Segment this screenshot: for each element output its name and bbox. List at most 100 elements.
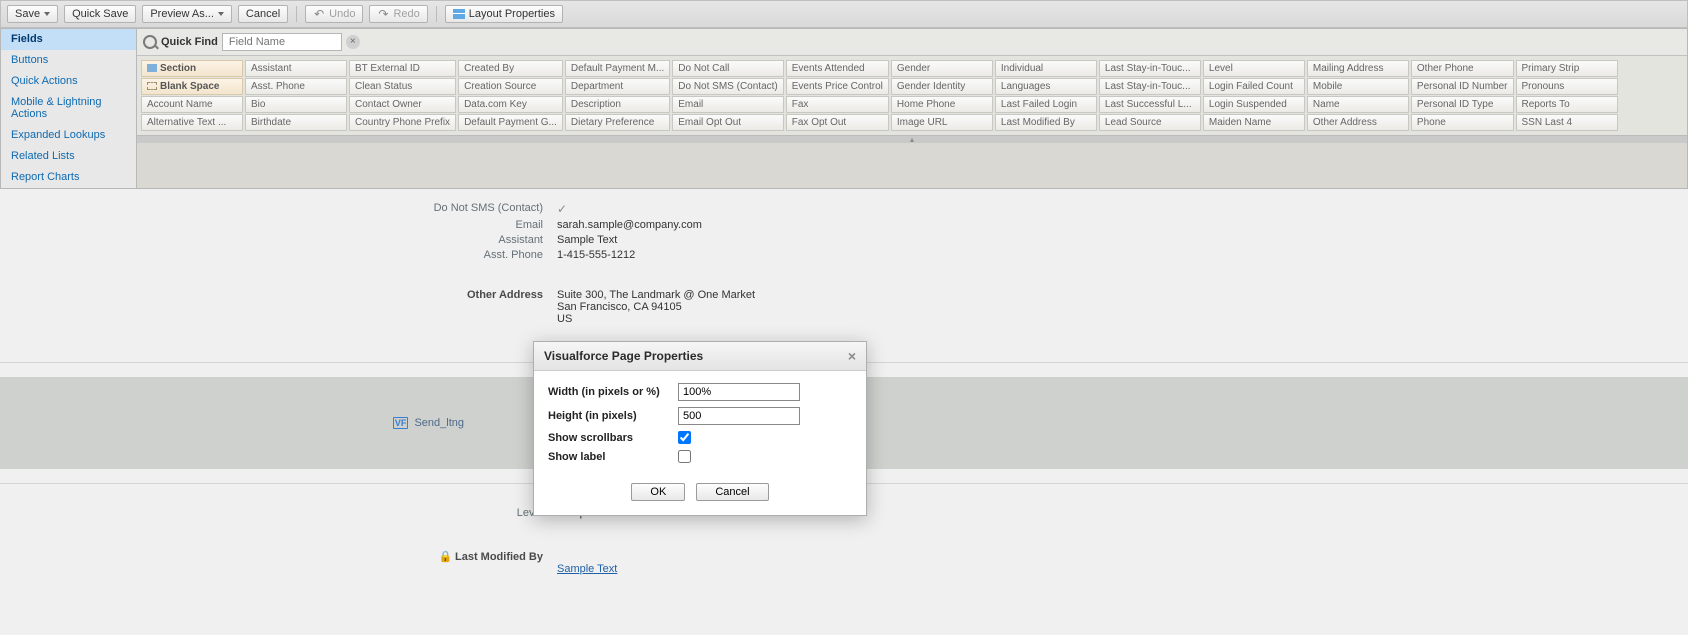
palette-field[interactable]: Dietary Preference: [565, 114, 670, 131]
palette-field[interactable]: Events Attended: [786, 60, 889, 77]
palette-field[interactable]: Data.com Key: [458, 96, 563, 113]
palette-field[interactable]: Personal ID Number: [1411, 78, 1514, 95]
palette-field[interactable]: Mobile: [1307, 78, 1409, 95]
visualforce-properties-modal: Visualforce Page Properties × Width (in …: [533, 341, 867, 516]
redo-button[interactable]: Redo: [369, 5, 427, 23]
palette-field[interactable]: Last Stay-in-Touc...: [1099, 60, 1201, 77]
palette-field[interactable]: Login Failed Count: [1203, 78, 1305, 95]
show-label-checkbox[interactable]: [678, 450, 691, 463]
palette-category-expanded-lookups[interactable]: Expanded Lookups: [1, 125, 136, 146]
palette-item-blank-space[interactable]: Blank Space: [141, 78, 243, 95]
palette-field[interactable]: Image URL: [891, 114, 993, 131]
palette-category-mobile-lightning-actions[interactable]: Mobile & Lightning Actions: [1, 92, 136, 125]
detail-label: Do Not SMS (Contact): [0, 202, 557, 214]
palette-field[interactable]: Created By: [458, 60, 563, 77]
cancel-button[interactable]: Cancel: [238, 5, 288, 23]
palette-category-report-charts[interactable]: Report Charts: [1, 167, 136, 188]
layout-icon: [453, 9, 465, 19]
palette-field[interactable]: Level: [1203, 60, 1305, 77]
palette-field[interactable]: Last Successful L...: [1099, 96, 1201, 113]
preview-as-label: Preview As...: [150, 8, 214, 20]
palette-field[interactable]: Last Failed Login: [995, 96, 1097, 113]
height-input[interactable]: [678, 407, 800, 425]
palette-field[interactable]: Do Not Call: [672, 60, 783, 77]
width-input[interactable]: [678, 383, 800, 401]
palette-field[interactable]: Pronouns: [1516, 78, 1618, 95]
palette-field[interactable]: Personal ID Type: [1411, 96, 1514, 113]
palette-field[interactable]: BT External ID: [349, 60, 456, 77]
palette-field[interactable]: Gender: [891, 60, 993, 77]
palette-field[interactable]: Default Payment G...: [458, 114, 563, 131]
palette-field[interactable]: Contact Owner: [349, 96, 456, 113]
quick-save-button[interactable]: Quick Save: [64, 5, 136, 23]
modal-cancel-button[interactable]: Cancel: [696, 483, 768, 501]
palette-field[interactable]: Bio: [245, 96, 347, 113]
blank-space-icon: [147, 82, 157, 90]
palette-field[interactable]: Email: [672, 96, 783, 113]
palette-field[interactable]: Alternative Text ...: [141, 114, 243, 131]
palette-field[interactable]: Phone: [1411, 114, 1514, 131]
save-button[interactable]: Save: [7, 5, 58, 23]
undo-button[interactable]: Undo: [305, 5, 363, 23]
palette-item-section[interactable]: Section: [141, 60, 243, 77]
palette-field[interactable]: Home Phone: [891, 96, 993, 113]
palette-field[interactable]: Creation Source: [458, 78, 563, 95]
palette-field[interactable]: Events Price Control: [786, 78, 889, 95]
layout-editor-toolbar: Save Quick Save Preview As... Cancel Und…: [0, 0, 1688, 28]
clear-icon[interactable]: ×: [346, 35, 360, 49]
palette-field[interactable]: Other Phone: [1411, 60, 1514, 77]
palette-field[interactable]: Clean Status: [349, 78, 456, 95]
visualforce-icon: VF: [393, 417, 409, 429]
close-icon[interactable]: ×: [848, 350, 856, 362]
palette-field[interactable]: Birthdate: [245, 114, 347, 131]
quick-find-input[interactable]: [222, 33, 342, 51]
quick-find-bar: Quick Find ×: [137, 29, 1687, 56]
contact-detail-region: Do Not SMS (Contact)Emailsarah.sample@co…: [0, 189, 1688, 348]
palette-field[interactable]: Login Suspended: [1203, 96, 1305, 113]
show-scrollbars-checkbox[interactable]: [678, 431, 691, 444]
palette-field[interactable]: Department: [565, 78, 670, 95]
palette-category-related-lists[interactable]: Related Lists: [1, 146, 136, 167]
palette-field[interactable]: Other Address: [1307, 114, 1409, 131]
palette-field[interactable]: Fax: [786, 96, 889, 113]
preview-as-button[interactable]: Preview As...: [142, 5, 232, 23]
palette-collapse-handle[interactable]: [137, 135, 1687, 143]
palette-field[interactable]: Reports To: [1516, 96, 1618, 113]
vf-page-label: Send_ltng: [414, 417, 464, 429]
palette-field[interactable]: Email Opt Out: [672, 114, 783, 131]
fields-grid: SectionBlank SpaceAccount NameAlternativ…: [141, 60, 1683, 131]
palette-field[interactable]: Languages: [995, 78, 1097, 95]
ok-button[interactable]: OK: [631, 483, 685, 501]
redo-icon: [377, 9, 389, 19]
palette-field[interactable]: Name: [1307, 96, 1409, 113]
palette-field[interactable]: Mailing Address: [1307, 60, 1409, 77]
layout-properties-button[interactable]: Layout Properties: [445, 5, 563, 23]
palette-field[interactable]: Individual: [995, 60, 1097, 77]
palette-category-buttons[interactable]: Buttons: [1, 50, 136, 71]
palette-field[interactable]: Lead Source: [1099, 114, 1201, 131]
palette-category-quick-actions[interactable]: Quick Actions: [1, 71, 136, 92]
last-modified-by-link[interactable]: Sample Text: [557, 563, 617, 575]
section-icon: [147, 64, 157, 72]
detail-label-other-address: Other Address: [0, 289, 557, 301]
palette-field[interactable]: Default Payment M...: [565, 60, 670, 77]
palette-field[interactable]: Maiden Name: [1203, 114, 1305, 131]
palette-field[interactable]: Last Stay-in-Touc...: [1099, 78, 1201, 95]
palette-field[interactable]: Country Phone Prefix: [349, 114, 456, 131]
save-label: Save: [15, 8, 40, 20]
palette-field[interactable]: Primary Strip: [1516, 60, 1618, 77]
palette-field[interactable]: Fax Opt Out: [786, 114, 889, 131]
palette-field[interactable]: Do Not SMS (Contact): [672, 78, 783, 95]
palette-category-fields[interactable]: Fields: [1, 29, 136, 50]
detail-row: Asst. Phone1-415-555-1212: [0, 249, 1688, 261]
palette-field[interactable]: Last Modified By: [995, 114, 1097, 131]
toolbar-separator: [296, 6, 297, 22]
detail-value: [557, 202, 567, 216]
palette-field[interactable]: Description: [565, 96, 670, 113]
palette-field[interactable]: Asst. Phone: [245, 78, 347, 95]
quick-find-label: Quick Find: [161, 36, 218, 48]
palette-field[interactable]: SSN Last 4: [1516, 114, 1618, 131]
palette-field[interactable]: Account Name: [141, 96, 243, 113]
palette-field[interactable]: Assistant: [245, 60, 347, 77]
palette-field[interactable]: Gender Identity: [891, 78, 993, 95]
